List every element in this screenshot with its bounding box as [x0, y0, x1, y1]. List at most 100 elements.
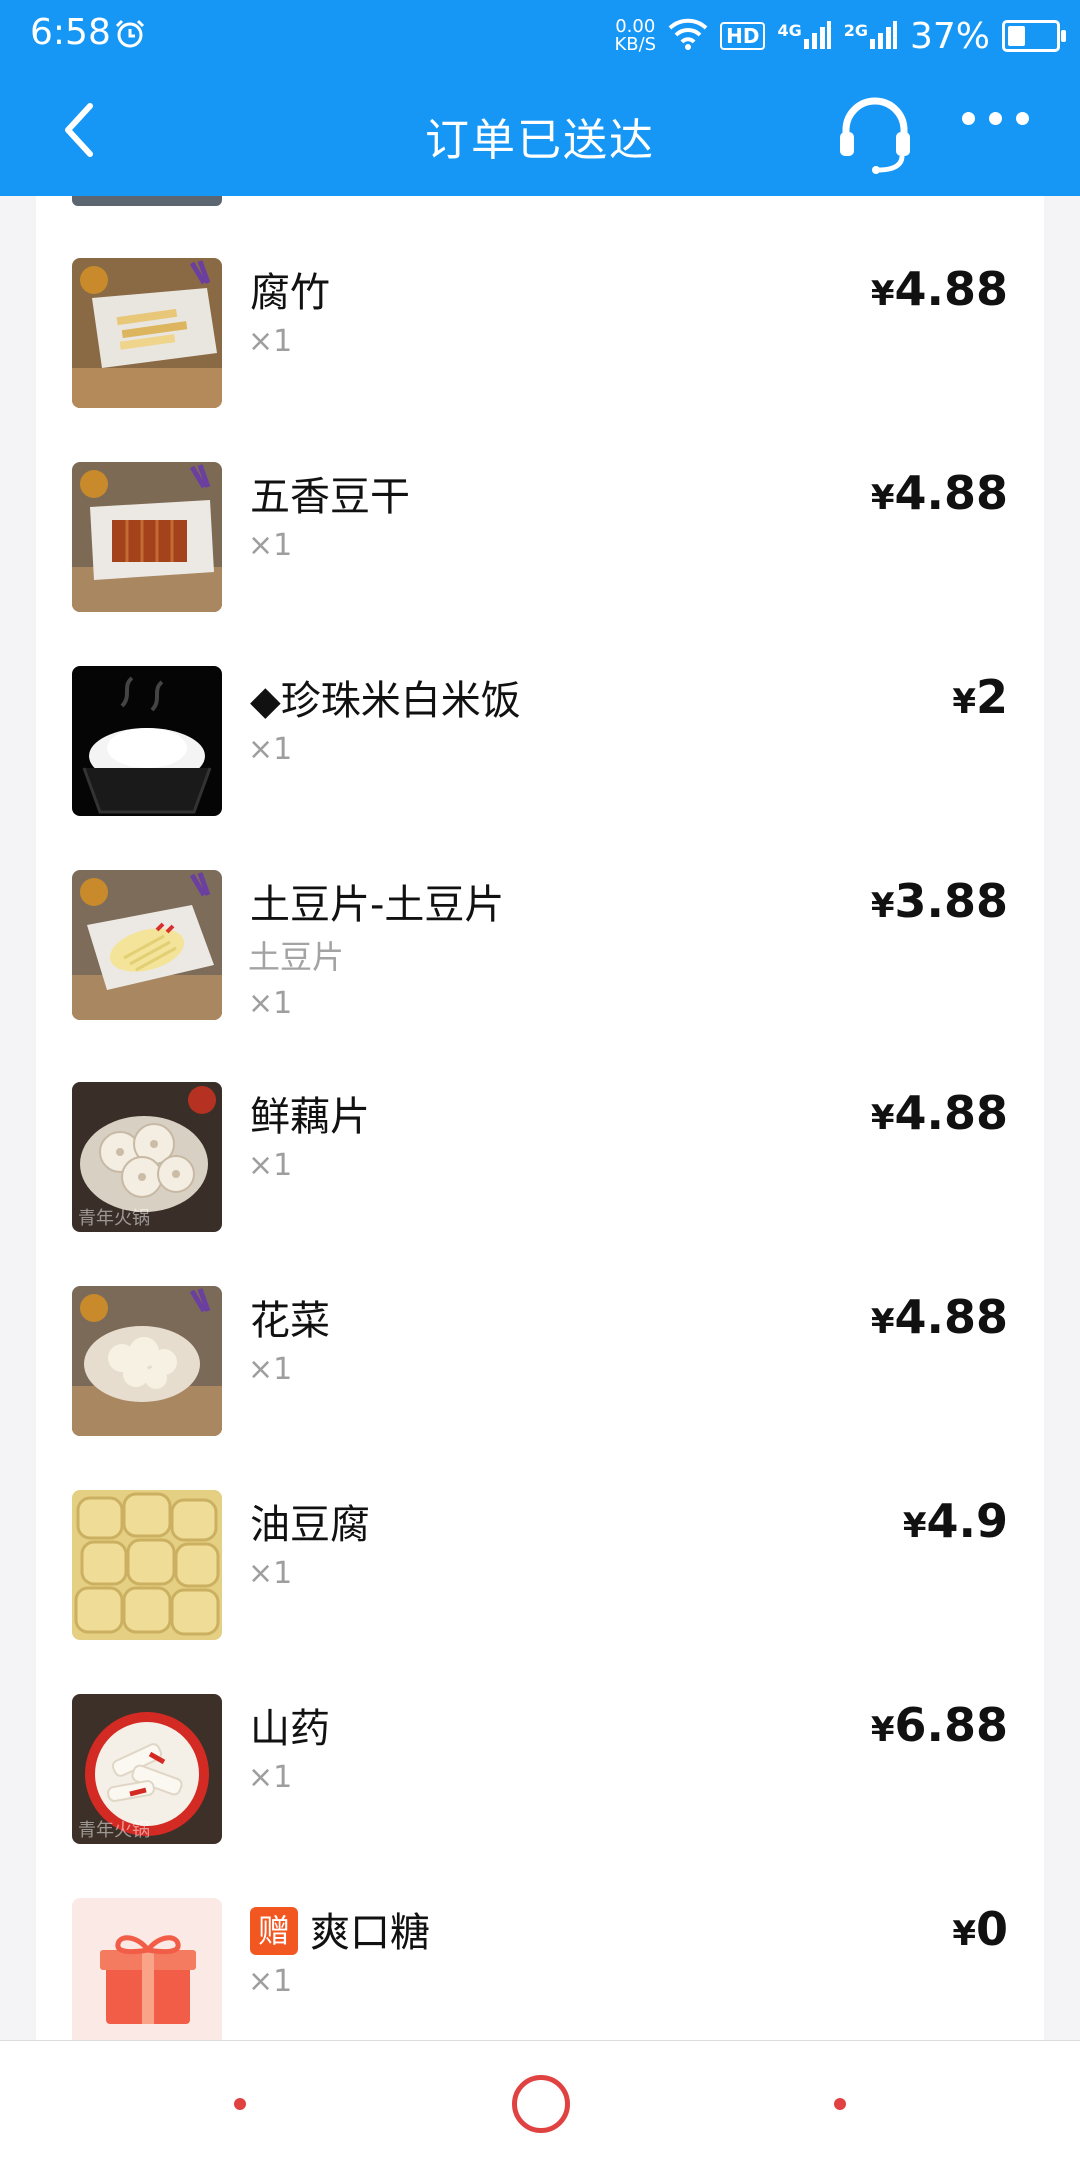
- item-name: 油豆腐: [250, 1502, 370, 1548]
- currency-symbol: ¥: [870, 1710, 895, 1750]
- item-thumbnail: [72, 870, 222, 1020]
- signal-type-2: 2G: [843, 21, 868, 40]
- order-item: 五香豆干 ×1 ¥4.88: [36, 462, 1044, 614]
- order-item: 青年火锅 山药 ×1 ¥6.88: [36, 1694, 1044, 1846]
- headset-icon: [840, 97, 910, 174]
- order-item: 土豆片-土豆片 土豆片 ×1 ¥3.88: [36, 870, 1044, 1060]
- currency-symbol: ¥: [870, 1302, 895, 1342]
- item-name: 花菜: [250, 1298, 330, 1344]
- order-item: 青年火锅 鲜藕片 ×1 ¥4.88: [36, 1082, 1044, 1234]
- potato-slices-icon: [72, 870, 222, 1020]
- item-price: ¥4.9: [903, 1494, 1008, 1548]
- more-dot-icon: [962, 112, 975, 125]
- item-thumbnail: [72, 462, 222, 612]
- status-time: 6:58: [30, 12, 111, 53]
- status-bar: 6:58 0.00 KB/S HD 4G 2G 37%: [0, 0, 1080, 72]
- currency-symbol: ¥: [952, 1914, 976, 1954]
- price-value: 4.88: [894, 1290, 1009, 1344]
- item-quantity: ×1: [248, 1352, 293, 1387]
- item-thumbnail: [72, 258, 222, 408]
- item-thumbnail: 青年火锅: [72, 1082, 222, 1232]
- item-price: ¥4.88: [871, 1290, 1008, 1344]
- price-value: 4.88: [894, 466, 1009, 520]
- item-thumbnail: 青年火锅: [72, 1694, 222, 1844]
- item-name: 山药: [250, 1706, 330, 1752]
- customer-service-button[interactable]: [836, 94, 914, 178]
- currency-symbol: ¥: [902, 1506, 927, 1546]
- price-value: 4.9: [926, 1494, 1009, 1548]
- nav-back-dot[interactable]: [234, 2098, 246, 2110]
- wifi-icon: [668, 18, 708, 54]
- price-value: 6.88: [894, 1698, 1009, 1752]
- item-quantity: ×1: [248, 986, 293, 1021]
- item-quantity: ×1: [248, 1964, 293, 1999]
- system-nav-bar: [0, 2040, 1080, 2161]
- hd-badge: HD: [720, 22, 766, 50]
- price-value: 0: [975, 1902, 1008, 1956]
- app-header: 6:58 0.00 KB/S HD 4G 2G 37% 订单已送达: [0, 0, 1080, 196]
- item-name: 五香豆干: [250, 474, 410, 520]
- nav-recents-dot[interactable]: [834, 2098, 846, 2110]
- order-items-card: 腐竹 ×1 ¥4.88 五香豆干 ×1 ¥4.88 ◆珍珠米白米饭 ×1 ¥2 …: [36, 170, 1044, 2040]
- item-quantity: ×1: [248, 1760, 293, 1795]
- item-name: 爽口糖: [310, 1910, 430, 1956]
- item-quantity: ×1: [248, 1556, 293, 1591]
- more-dot-icon: [989, 112, 1002, 125]
- order-item: 花菜 ×1 ¥4.88: [36, 1286, 1044, 1438]
- rice-bowl-icon: [72, 666, 222, 816]
- net-speed: 0.00 KB/S: [614, 18, 656, 54]
- price-value: 4.88: [894, 262, 1009, 316]
- price-value: 3.88: [894, 874, 1009, 928]
- alarm-icon: [114, 18, 146, 54]
- fried-tofu-icon: [72, 1490, 222, 1640]
- currency-symbol: ¥: [870, 274, 895, 314]
- gift-box-icon: [72, 1898, 222, 2040]
- more-dot-icon: [1016, 112, 1029, 125]
- gift-badge: 赠: [250, 1907, 298, 1955]
- currency-symbol: ¥: [870, 1098, 895, 1138]
- battery-icon: [1002, 20, 1066, 52]
- more-button[interactable]: [962, 112, 1029, 125]
- thumbnail-watermark: 青年火锅: [78, 1820, 150, 1841]
- thumbnail-watermark: 青年火锅: [78, 1208, 150, 1229]
- item-name: ◆珍珠米白米饭: [250, 678, 521, 724]
- item-thumbnail: [72, 1286, 222, 1436]
- item-price: ¥3.88: [871, 874, 1008, 928]
- item-price: ¥0: [952, 1902, 1008, 1956]
- order-item: 油豆腐 ×1 ¥4.9: [36, 1490, 1044, 1642]
- cauliflower-bowl-icon: [72, 1286, 222, 1436]
- dried-tofu-plate-icon: [72, 462, 222, 612]
- currency-symbol: ¥: [870, 886, 895, 926]
- item-quantity: ×1: [248, 324, 293, 359]
- item-quantity: ×1: [248, 1148, 293, 1183]
- order-item: ◆珍珠米白米饭 ×1 ¥2: [36, 666, 1044, 818]
- item-spec: 土豆片: [248, 938, 345, 976]
- item-price: ¥4.88: [871, 1086, 1008, 1140]
- item-name: 鲜藕片: [250, 1094, 370, 1140]
- signal-icon: 4G: [777, 21, 831, 51]
- item-name-row: 赠爽口糖: [250, 1900, 430, 1958]
- item-thumbnail: [72, 666, 222, 816]
- item-thumbnail: [72, 1898, 222, 2040]
- order-item: 腐竹 ×1 ¥4.88: [36, 258, 1044, 410]
- net-speed-unit: KB/S: [614, 34, 657, 55]
- item-price: ¥6.88: [871, 1698, 1008, 1752]
- signal-type-1: 4G: [777, 21, 802, 40]
- item-price: ¥4.88: [871, 466, 1008, 520]
- status-icons: 0.00 KB/S HD 4G 2G 37%: [614, 12, 1066, 60]
- yuba-plate-icon: [72, 258, 222, 408]
- page-title: 订单已送达: [425, 115, 655, 166]
- signal-icon-2: 2G: [844, 21, 898, 51]
- currency-symbol: ¥: [870, 478, 895, 518]
- battery-percent: 37%: [909, 15, 990, 57]
- item-quantity: ×1: [248, 528, 293, 563]
- item-name: 土豆片-土豆片: [250, 882, 505, 928]
- battery-fill: [1008, 26, 1025, 46]
- nav-bar: 订单已送达: [0, 72, 1080, 196]
- item-name: 腐竹: [250, 270, 330, 316]
- item-quantity: ×1: [248, 732, 293, 767]
- price-value: 2: [975, 670, 1008, 724]
- nav-home-button[interactable]: [512, 2075, 570, 2133]
- order-item-gift: 赠爽口糖 ×1 ¥0: [36, 1898, 1044, 2040]
- currency-symbol: ¥: [952, 682, 976, 722]
